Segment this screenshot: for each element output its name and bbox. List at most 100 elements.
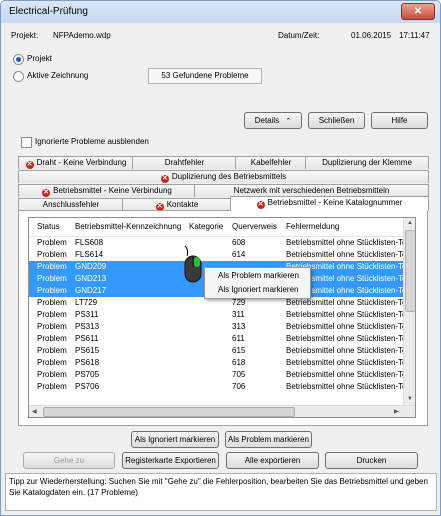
details-button[interactable]: Details ⌃ — [244, 112, 302, 129]
column-header-reference[interactable]: Querverweis — [232, 222, 277, 231]
cell-tag: GND217 — [75, 286, 107, 295]
tab-terminal-duplication[interactable]: Duplizierung der Klemme — [305, 156, 429, 169]
table-row[interactable]: Problem PS311 311 Betriebsmittel ohne Stück… — [29, 309, 409, 321]
horizontal-scroll-thumb[interactable] — [43, 407, 295, 417]
cell-tag: PS706 — [75, 382, 100, 391]
context-menu: Als Problem markieren Als Ignoriert mark… — [204, 267, 311, 299]
radio-project-label: Projekt — [27, 54, 52, 63]
cell-status: Problem — [37, 310, 67, 319]
error-icon: ✕ — [160, 175, 169, 183]
cell-tag: PS618 — [75, 358, 100, 367]
cell-reference: 611 — [232, 334, 245, 343]
tab-device-no-catalog[interactable]: ✕ Betriebsmittel - Keine Katalognummer — [230, 196, 429, 211]
cell-reference: 706 — [232, 382, 246, 391]
cell-tag: GND209 — [75, 262, 107, 271]
column-header-status[interactable]: Status — [37, 222, 60, 231]
radio-active-drawing-label: Aktive Zeichnung — [27, 71, 89, 80]
cell-tag: PS611 — [75, 334, 99, 343]
table-row[interactable]: Problem PS313 313 Betriebsmittel ohne Stück… — [29, 321, 409, 333]
tab-device-duplication[interactable]: ✕ Duplizierung des Betriebsmittels — [18, 170, 429, 183]
cell-message: Betriebsmittel ohne Stücklisten-Te — [286, 298, 407, 307]
cell-status: Problem — [37, 334, 67, 343]
cell-reference: 614 — [232, 250, 246, 259]
cell-message: Betriebsmittel ohne Stücklisten-Te — [286, 322, 407, 331]
table-row[interactable]: Problem PS705 705 Betriebsmittel ohne Stück… — [29, 369, 409, 381]
hide-ignored-checkbox[interactable] — [21, 137, 32, 148]
tab-cable-errors[interactable]: Kabelfehler — [235, 156, 307, 169]
vertical-scrollbar[interactable]: ▲ ▼ — [403, 218, 415, 405]
radio-active-drawing[interactable] — [13, 71, 24, 82]
problems-count-box: 53 Gefundene Probleme — [148, 68, 262, 84]
cell-tag: FLS614 — [75, 250, 104, 259]
tab-device-no-connection[interactable]: ✕ Betriebsmittel - Keine Verbindung — [18, 184, 196, 197]
tab-label: Betriebsmittel - Keine Verbindung — [53, 186, 172, 195]
cell-status: Problem — [37, 382, 67, 391]
chevron-up-icon: ⌃ — [285, 118, 292, 125]
context-mark-ignored[interactable]: Als Ignoriert markieren — [205, 283, 310, 297]
cell-reference: 615 — [232, 346, 246, 355]
mark-problem-button[interactable]: Als Problem markieren — [225, 431, 312, 448]
cell-status: Problem — [37, 250, 67, 259]
column-header-tag[interactable]: Betriebsmittel-Kennzeichnung — [75, 222, 181, 231]
cell-message: Betriebsmittel ohne Stücklisten-Te — [286, 346, 407, 355]
cell-tag: LT729 — [75, 298, 98, 307]
status-tip: Tipp zur Wiederherstellung: Suchen Sie m… — [5, 473, 437, 511]
table-header: Status Betriebsmittel-Kennzeichnung Kate… — [29, 218, 409, 237]
cell-reference: 705 — [232, 370, 246, 379]
cell-message: Betriebsmittel ohne Stücklisten-Te — [286, 334, 407, 343]
cell-status: Problem — [37, 274, 67, 283]
title-bar[interactable]: Electrical-Prüfung ✕ — [1, 1, 440, 23]
details-button-label: Details — [254, 116, 280, 125]
table-row[interactable]: Problem FLS614 614 Betriebsmittel ohne Stüc… — [29, 249, 409, 261]
close-window-button[interactable]: ✕ — [401, 3, 435, 20]
error-icon: ✕ — [25, 161, 34, 169]
hide-ignored-label: Ignorierte Probleme ausblenden — [35, 137, 149, 146]
cell-message: Betriebsmittel ohne Stücklisten-Te — [286, 238, 407, 247]
project-label: Projekt: — [11, 31, 39, 40]
scroll-down-icon[interactable]: ▼ — [407, 396, 413, 402]
close-button[interactable]: Schließen — [308, 112, 365, 129]
time-value: 17:11:47 — [399, 31, 430, 40]
table-row[interactable]: Problem FLS608 608 Betriebsmittel ohne Stüc… — [29, 237, 409, 249]
tab-label: Duplizierung des Betriebsmittels — [171, 172, 287, 181]
cell-tag: FLS608 — [75, 238, 104, 247]
scroll-right-icon[interactable]: ▶ — [394, 408, 399, 415]
cell-message: Betriebsmittel ohne Stücklisten-Te — [286, 370, 407, 379]
table-row[interactable]: Problem PS706 706 Betriebsmittel ohne Stück… — [29, 381, 409, 393]
tab-wire-no-connection[interactable]: ✕ Draht - Keine Verbindung — [18, 156, 134, 169]
mark-ignored-button[interactable]: Als Ignoriert markieren — [131, 431, 219, 448]
context-mark-problem[interactable]: Als Problem markieren — [205, 269, 310, 283]
radio-project[interactable] — [13, 54, 24, 65]
table-row[interactable]: Problem PS615 615 Betriebsmittel ohne Stück… — [29, 345, 409, 357]
vertical-scroll-thumb[interactable] — [405, 230, 415, 312]
datetime-label: Datum/Zeit: — [278, 31, 320, 40]
scroll-up-icon[interactable]: ▲ — [407, 220, 413, 226]
print-button[interactable]: Drucken — [325, 452, 418, 469]
export-all-button[interactable]: Alle exportieren — [226, 452, 319, 469]
cell-status: Problem — [37, 298, 67, 307]
cell-message: Betriebsmittel ohne Stücklisten-Te — [286, 310, 407, 319]
tab-label: Draht - Keine Verbindung — [36, 158, 127, 167]
cell-tag: PS311 — [75, 310, 99, 319]
error-icon: ✕ — [42, 189, 51, 197]
export-tab-button[interactable]: Registerkarte Exportieren — [122, 452, 219, 469]
scroll-left-icon[interactable]: ◀ — [32, 408, 37, 415]
project-value: NFPAdemo.wdp — [53, 31, 111, 40]
cell-status: Problem — [37, 238, 67, 247]
column-header-message[interactable]: Fehlermeldung — [286, 222, 339, 231]
error-icon: ✕ — [256, 201, 265, 209]
cell-status: Problem — [37, 322, 67, 331]
help-button[interactable]: Hilfe — [371, 112, 428, 129]
cell-message: Betriebsmittel ohne Stücklisten-Te — [286, 250, 407, 259]
tab-wire-errors[interactable]: Drahtfehler — [132, 156, 237, 169]
table-row[interactable]: Problem PS611 611 Betriebsmittel ohne Stück… — [29, 333, 409, 345]
electrical-audit-dialog: Electrical-Prüfung ✕ Projekt: NFPAdemo.w… — [0, 0, 441, 516]
horizontal-scrollbar[interactable]: ◀ ▶ — [29, 405, 415, 417]
column-header-category[interactable]: Kategorie — [189, 222, 223, 231]
problems-table[interactable]: Status Betriebsmittel-Kennzeichnung Kate… — [28, 217, 416, 418]
cell-reference: 618 — [232, 358, 246, 367]
cell-tag: PS615 — [75, 346, 100, 355]
goto-button[interactable]: Gehe zu — [23, 452, 115, 469]
cell-reference: 608 — [232, 238, 246, 247]
table-row[interactable]: Problem PS618 618 Betriebsmittel ohne Stück… — [29, 357, 409, 369]
